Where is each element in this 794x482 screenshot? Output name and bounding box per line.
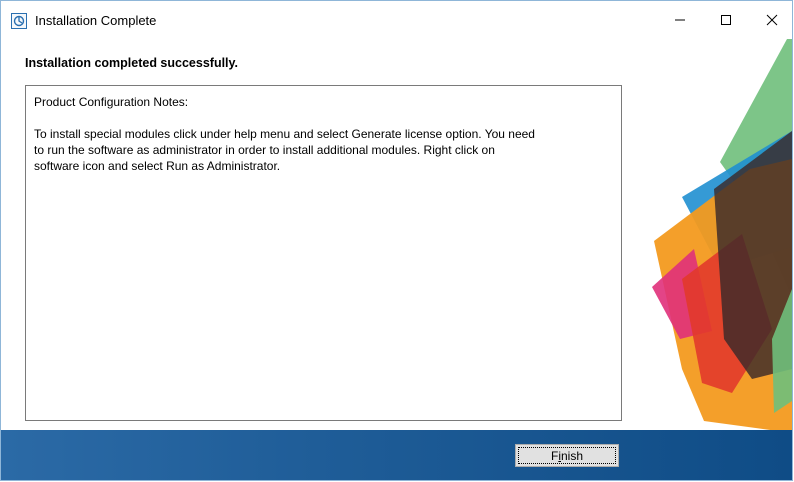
installer-app-icon bbox=[11, 13, 27, 29]
close-button[interactable] bbox=[749, 1, 792, 39]
minimize-icon bbox=[675, 19, 685, 21]
maximize-button[interactable] bbox=[703, 1, 749, 39]
decorative-art bbox=[652, 39, 792, 433]
finish-button[interactable]: Fi nish bbox=[515, 444, 619, 467]
footer-bar: Fi nish bbox=[1, 430, 792, 480]
minimize-button[interactable] bbox=[657, 1, 703, 39]
close-icon bbox=[766, 14, 778, 26]
configuration-notes-box[interactable]: Product Configuration Notes: To install … bbox=[25, 85, 622, 421]
status-heading: Installation completed successfully. bbox=[25, 56, 239, 70]
finish-label-pre: F bbox=[550, 448, 559, 463]
finish-label-post: nish bbox=[561, 448, 584, 463]
maximize-icon bbox=[721, 15, 731, 25]
title-bar[interactable]: Installation Complete bbox=[1, 1, 792, 39]
installer-window: Installation Complete Installation compl… bbox=[0, 0, 793, 481]
notes-body: To install special modules click under h… bbox=[34, 127, 535, 173]
notes-title: Product Configuration Notes: bbox=[34, 95, 189, 109]
window-title: Installation Complete bbox=[35, 13, 157, 28]
